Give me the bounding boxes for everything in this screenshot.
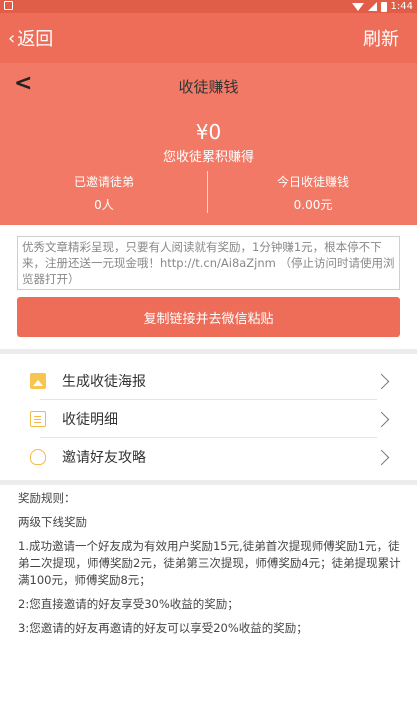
battery-icon <box>380 1 387 12</box>
rules-heading: 奖励规则： <box>18 491 76 505</box>
total-earnings-amount: ¥0 <box>195 120 222 144</box>
chevron-left-icon: ‹ <box>8 27 16 49</box>
section-divider <box>0 480 417 485</box>
copy-link-button[interactable]: 复制链接并去微信粘贴 <box>17 297 400 337</box>
lightbulb-icon <box>30 449 46 465</box>
chevron-right-icon <box>373 411 390 427</box>
today-earnings-stat: 今日收徒赚钱 0.00元 <box>209 173 417 213</box>
earnings-header: < 收徒赚钱 ¥0 您收徒累积赚得 已邀请徒弟 0人 今日收徒赚钱 0.00元 <box>0 63 417 225</box>
chevron-right-icon <box>373 449 390 465</box>
wifi-icon <box>351 2 364 11</box>
chevron-right-icon <box>373 373 390 389</box>
app-bar: ‹ 返回 刷新 <box>0 13 417 63</box>
signal-icon <box>367 2 377 11</box>
menu-item-apprentice-details[interactable]: 收徒明细 <box>0 400 417 438</box>
stat-label: 已邀请徒弟 <box>73 175 134 189</box>
page-title: 收徒赚钱 <box>178 78 239 96</box>
share-text-box[interactable]: 优秀文章精彩呈现，只要有人阅读就有奖励，1分钟赚1元，根本停不下来，注册还送一元… <box>17 236 400 290</box>
clock: 1:44 <box>390 1 413 12</box>
stat-label: 今日收徒赚钱 <box>276 175 349 189</box>
rules-subheading: 两级下线奖励 <box>18 515 87 529</box>
menu-item-label: 生成收徒海报 <box>62 374 146 390</box>
menu-item-generate-poster[interactable]: 生成收徒海报 <box>0 362 417 400</box>
reward-rules: 奖励规则： 两级下线奖励 1.成功邀请一个好友成为有效用户奖励15元,徒弟首次提… <box>18 490 408 644</box>
image-icon <box>30 373 46 389</box>
stat-value: 0人 <box>94 198 114 212</box>
rule-item: 2:您直接邀请的好友享受30%收益的奖励； <box>18 597 239 611</box>
stat-value: 0.00元 <box>293 198 333 212</box>
total-earnings-label: 您收徒累积赚得 <box>162 150 254 165</box>
stat-divider <box>207 171 208 213</box>
rule-item: 3:您邀请的好友再邀请的好友可以享受20%收益的奖励； <box>18 621 308 635</box>
menu-item-label: 收徒明细 <box>62 412 118 428</box>
section-divider <box>0 349 417 354</box>
refresh-button[interactable]: 刷新 <box>363 13 399 63</box>
menu-item-invite-guide[interactable]: 邀请好友攻略 <box>0 438 417 476</box>
invited-apprentices-stat: 已邀请徒弟 0人 <box>0 173 208 213</box>
back-label: 返回 <box>17 29 54 50</box>
rule-item: 1.成功邀请一个好友成为有效用户奖励15元,徒弟首次提现师傅奖励1元，徒弟二次提… <box>18 539 401 587</box>
back-button[interactable]: ‹ 返回 <box>8 13 53 63</box>
notification-icon <box>4 1 13 10</box>
status-icons: 1:44 <box>351 0 413 13</box>
status-bar: 1:44 <box>0 0 417 13</box>
document-icon <box>30 411 46 427</box>
menu-item-label: 邀请好友攻略 <box>62 450 146 466</box>
